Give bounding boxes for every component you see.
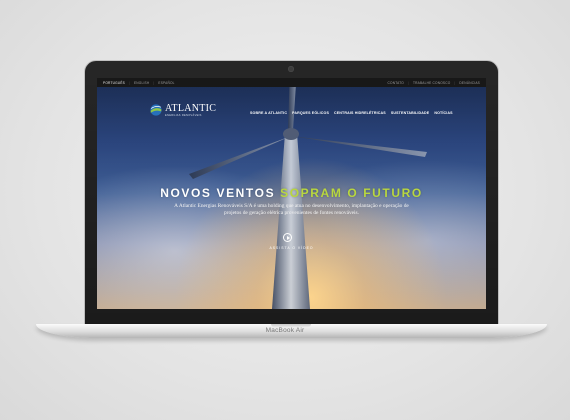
language-switcher: PORTUGUÊS | ENGLISH | ESPAÑOL bbox=[103, 81, 175, 85]
logo-name: ATLANTIC bbox=[165, 102, 217, 114]
play-video-button[interactable] bbox=[283, 233, 292, 242]
utility-links: CONTATO | TRABALHE CONOSCO | DENÚNCIAS bbox=[388, 81, 480, 85]
divider: | bbox=[153, 80, 155, 85]
hero-headline: NOVOS VENTOS SOPRAM O FUTURO bbox=[97, 186, 486, 200]
headline-part-green: SOPRAM O FUTURO bbox=[280, 186, 423, 200]
laptop-lid: PORTUGUÊS | ENGLISH | ESPAÑOL CONTATO | … bbox=[84, 60, 499, 325]
watch-video-label[interactable]: ASSISTA O VÍDEO bbox=[97, 246, 486, 250]
nav-sustentabilidade[interactable]: SUSTENTABILIDADE bbox=[391, 111, 429, 115]
link-denuncias[interactable]: DENÚNCIAS bbox=[459, 81, 480, 85]
language-pt[interactable]: PORTUGUÊS bbox=[103, 81, 125, 85]
atlantic-logo[interactable]: ATLANTIC ENERGIAS RENOVÁVEIS bbox=[149, 103, 216, 117]
link-contato[interactable]: CONTATO bbox=[388, 81, 404, 85]
hero-description: A Atlantic Energias Renováveis S/A é uma… bbox=[174, 203, 409, 216]
device-brand-label: MacBook Air bbox=[265, 327, 305, 334]
language-en[interactable]: ENGLISH bbox=[134, 81, 149, 85]
nav-sobre-a-atlantic[interactable]: SOBRE A ATLANTIC bbox=[250, 111, 287, 115]
divider: | bbox=[407, 80, 409, 85]
main-navigation: SOBRE A ATLANTIC PARQUES EÓLICOS CENTRAI… bbox=[250, 111, 453, 115]
nav-noticias[interactable]: NOTÍCIAS bbox=[434, 111, 452, 115]
divider: | bbox=[128, 80, 130, 85]
logo-subtitle: ENERGIAS RENOVÁVEIS bbox=[165, 113, 202, 117]
nav-centrais-hidreletricas[interactable]: CENTRAIS HIDRELÉTRICAS bbox=[334, 111, 386, 115]
logo-globe-icon bbox=[150, 104, 162, 116]
link-trabalhe-conosco[interactable]: TRABALHE CONOSCO bbox=[413, 81, 450, 85]
website-screen: PORTUGUÊS | ENGLISH | ESPAÑOL CONTATO | … bbox=[97, 78, 486, 309]
top-utility-bar: PORTUGUÊS | ENGLISH | ESPAÑOL CONTATO | … bbox=[97, 78, 486, 87]
nav-parques-eolicos[interactable]: PARQUES EÓLICOS bbox=[292, 111, 329, 115]
headline-part-white: NOVOS VENTOS bbox=[160, 186, 276, 200]
language-es[interactable]: ESPAÑOL bbox=[158, 81, 174, 85]
play-icon bbox=[286, 235, 290, 240]
camera-icon bbox=[288, 66, 294, 72]
divider: | bbox=[454, 80, 456, 85]
